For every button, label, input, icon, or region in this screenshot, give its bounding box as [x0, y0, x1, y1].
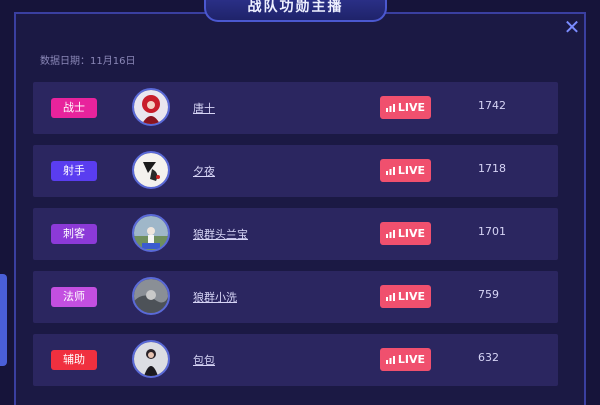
streamer-row: 法师 狼群小洗 LIVE 759	[33, 271, 558, 323]
streamer-name[interactable]: 夕夜	[193, 163, 215, 179]
score: 1742	[478, 99, 506, 112]
streamer-row: 射手 夕夜 LIVE 1718	[33, 145, 558, 197]
role-badge: 法师	[51, 287, 97, 307]
live-button[interactable]: LIVE	[380, 159, 431, 182]
streamer-name[interactable]: 狼群小洗	[193, 289, 237, 305]
live-label: LIVE	[397, 164, 426, 177]
live-button[interactable]: LIVE	[380, 222, 431, 245]
role-badge: 射手	[51, 161, 97, 181]
panel-title: 战队功勋主播	[204, 0, 387, 22]
score: 759	[478, 288, 499, 301]
role-badge: 刺客	[51, 224, 97, 244]
live-button[interactable]: LIVE	[380, 348, 431, 371]
live-bars-icon	[385, 349, 395, 372]
score: 632	[478, 351, 499, 364]
avatar[interactable]	[132, 340, 170, 378]
streamer-row: 刺客 狼群头兰宝 LIVE 1701	[33, 208, 558, 260]
live-bars-icon	[385, 223, 395, 246]
live-bars-icon	[385, 286, 395, 309]
streamer-name[interactable]: 包包	[193, 352, 215, 368]
live-label: LIVE	[397, 290, 426, 303]
streamer-name[interactable]: 唐十	[193, 100, 215, 116]
score: 1718	[478, 162, 506, 175]
streamer-row: 战士 唐十 LIVE 1742	[33, 82, 558, 134]
data-date: 数据日期：11月16日	[40, 56, 136, 67]
streamer-list: 战士 唐十 LIVE 1742 射手 夕夜 LIVE 1718 刺客 狼群头兰宝…	[33, 82, 558, 397]
avatar[interactable]	[132, 214, 170, 252]
live-label: LIVE	[397, 101, 426, 114]
streamer-row: 辅助 包包 LIVE 632	[33, 334, 558, 386]
live-button[interactable]: LIVE	[380, 96, 431, 119]
avatar[interactable]	[132, 277, 170, 315]
avatar[interactable]	[132, 88, 170, 126]
score: 1701	[478, 225, 506, 238]
streamer-name[interactable]: 狼群头兰宝	[193, 226, 248, 242]
avatar[interactable]	[132, 151, 170, 189]
role-badge: 辅助	[51, 350, 97, 370]
live-label: LIVE	[397, 353, 426, 366]
role-badge: 战士	[51, 98, 97, 118]
close-icon[interactable]: ✕	[561, 16, 583, 38]
live-bars-icon	[385, 160, 395, 183]
live-bars-icon	[385, 97, 395, 120]
live-label: LIVE	[397, 227, 426, 240]
live-button[interactable]: LIVE	[380, 285, 431, 308]
side-accent	[0, 274, 7, 366]
